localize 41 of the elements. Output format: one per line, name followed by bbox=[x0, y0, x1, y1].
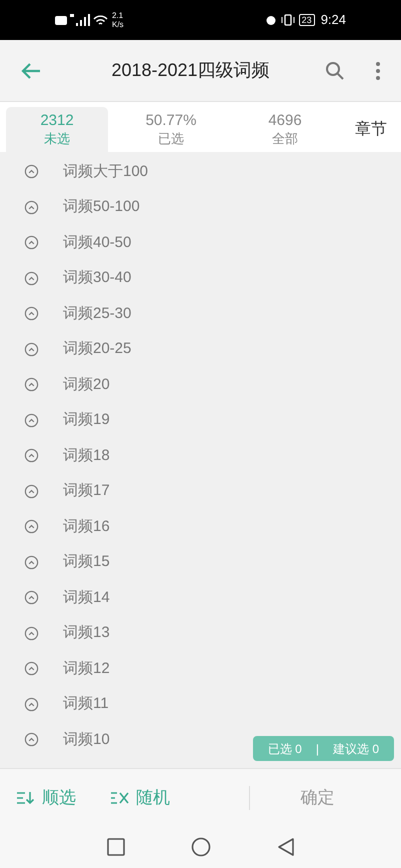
sort-down-icon bbox=[16, 790, 36, 804]
stat-tab[interactable]: 4696 全部 bbox=[234, 107, 336, 152]
stat-tab[interactable]: 50.77% 已选 bbox=[120, 107, 222, 152]
chapter-button[interactable]: 章节 bbox=[355, 107, 395, 152]
frequency-group-label[interactable]: 词频11 bbox=[63, 693, 109, 716]
random-select-button[interactable]: 随机 bbox=[110, 784, 170, 810]
clock-time: 9:24 bbox=[320, 11, 346, 30]
back-icon[interactable] bbox=[276, 837, 294, 857]
frequency-group-label[interactable]: 词频50-100 bbox=[63, 196, 140, 218]
frequency-group-label[interactable]: 词频10 bbox=[63, 728, 110, 751]
frequency-group-label[interactable]: 词频14 bbox=[63, 586, 110, 609]
frequency-group-label[interactable]: 词频40-50 bbox=[63, 232, 132, 254]
frequency-group-label[interactable]: 词频16 bbox=[63, 516, 110, 538]
frequency-group-label[interactable]: 词频18 bbox=[63, 444, 110, 467]
stat-tab[interactable]: 2312 未选 bbox=[6, 107, 108, 152]
wifi-icon bbox=[93, 14, 108, 26]
signal-icon bbox=[70, 14, 90, 26]
shuffle-icon bbox=[110, 790, 130, 804]
frequency-group-label[interactable]: 词频20 bbox=[63, 374, 110, 396]
frequency-group-label[interactable]: 词频20-25 bbox=[63, 338, 132, 360]
speed-unit: K/s bbox=[112, 20, 124, 29]
frequency-group-label[interactable]: 词频13 bbox=[63, 622, 110, 644]
sequential-select-button[interactable]: 顺选 bbox=[16, 784, 76, 810]
home-icon[interactable] bbox=[190, 837, 210, 857]
frequency-group-label[interactable]: 词频30-40 bbox=[63, 267, 132, 290]
vibrate-icon bbox=[280, 14, 295, 26]
speed-value: 2.1 bbox=[112, 11, 124, 20]
frequency-group-label[interactable]: 词频大于100 bbox=[63, 160, 148, 183]
frequency-group-label[interactable]: 词频17 bbox=[63, 480, 110, 502]
frequency-group-label[interactable]: 词频12 bbox=[63, 658, 110, 680]
frequency-group-label[interactable]: 词频19 bbox=[63, 409, 110, 432]
back-arrow-icon[interactable] bbox=[20, 62, 42, 80]
more-menu-icon[interactable] bbox=[375, 60, 381, 80]
recent-apps-icon[interactable] bbox=[106, 838, 124, 856]
battery-indicator: 23 bbox=[298, 14, 315, 26]
confirm-button[interactable]: 确定 bbox=[250, 784, 385, 810]
selection-count-badge: 已选 0 | 建议选 0 bbox=[252, 736, 394, 761]
page-title: 2018-2021四级词频 bbox=[110, 59, 271, 82]
frequency-group-label[interactable]: 词频25-30 bbox=[63, 302, 132, 325]
search-icon[interactable] bbox=[325, 60, 345, 80]
frequency-group-label[interactable]: 词频15 bbox=[63, 551, 110, 574]
